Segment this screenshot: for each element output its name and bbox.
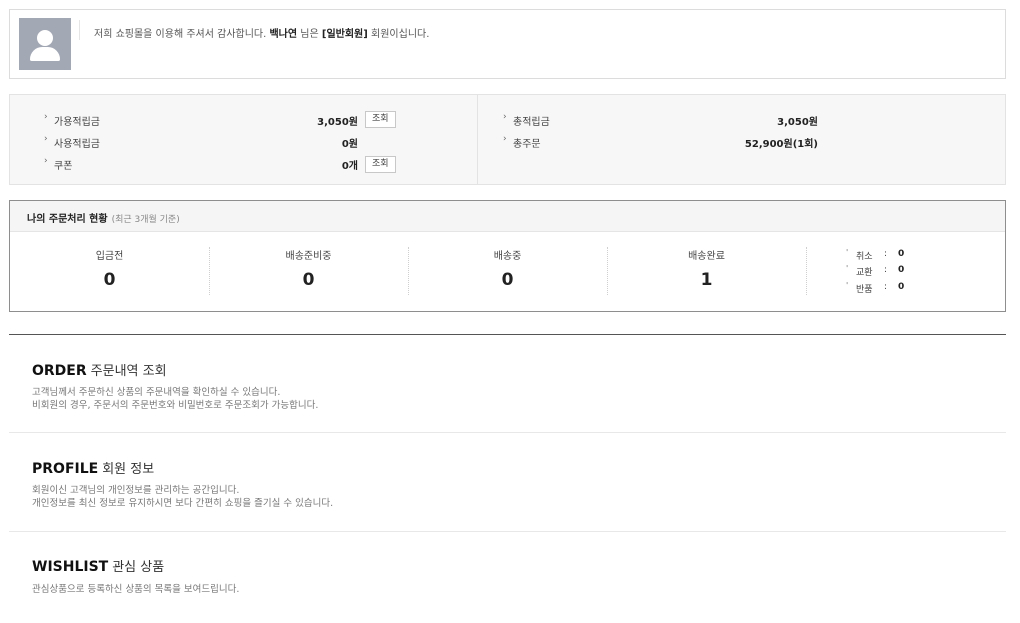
status-before-deposit[interactable]: 입금전 0 [10,247,209,295]
bullet-icon: ' [846,281,849,290]
points-summary: › 가용적립금 3,050원 조회 › 사용적립금 0원 › 쿠폰 0개 조회 … [9,94,1006,185]
profile-title-en: PROFILE [32,461,99,477]
profile-section-desc: 회원이신 고객님의 개인정보를 관리하는 공간입니다. 개인정보를 최신 정보로… [32,484,333,510]
bullet-icon: ' [846,264,849,273]
order-status-panel: 나의 주문처리 현황 (최근 3개월 기준) 입금전 0 배송준비중 0 배송중 … [9,200,1006,312]
total-points-label: 총적립금 [513,117,550,128]
cancel-label: 취소 [856,252,873,262]
return-label: 반품 [856,285,873,295]
status-label: 배송완료 [688,251,725,262]
divider [9,531,1006,532]
greeting-text: 저희 쇼핑몰을 이용해 주셔서 감사합니다. 백나연 님은 [일반회원] 회원이… [94,25,429,40]
exchange-count[interactable]: 0 [898,265,904,275]
chevron-right-icon: › [503,134,507,144]
status-label: 입금전 [95,251,124,262]
status-delivered[interactable]: 배송완료 1 [607,247,806,295]
available-points-inquiry-button[interactable]: 조회 [365,111,396,128]
wishlist-section-desc: 관심상품으로 등록하신 상품의 목록을 보여드립니다. [32,583,239,596]
wishlist-desc-line: 관심상품으로 등록하신 상품의 목록을 보여드립니다. [32,584,240,595]
order-status-subtitle: (최근 3개월 기준) [111,215,180,225]
total-orders-value: 52,900원(1회) [744,139,818,150]
wishlist-section-title[interactable]: WISHLIST 관심 상품 [32,556,164,575]
chevron-right-icon: › [503,112,507,122]
divider [9,334,1006,335]
order-title-ko: 주문내역 조회 [90,364,167,379]
used-points-value: 0원 [341,139,358,150]
total-points-row: › 총적립금 3,050원 [503,111,818,129]
member-name: 백나연 [269,29,298,40]
order-desc-line: 비회원의 경우, 주문서의 주문번호와 비밀번호로 주문조회가 가능합니다. [32,400,319,411]
divider [9,432,1006,433]
chevron-right-icon: › [44,112,48,122]
coupon-value: 0개 [341,161,358,172]
total-orders-label: 총주문 [513,139,541,150]
greeting-mid: 님은 [300,29,319,40]
divider [79,20,80,40]
coupon-row: › 쿠폰 0개 [44,155,358,173]
order-desc-line: 고객님께서 주문하신 상품의 주문내역을 확인하실 수 있습니다. [32,387,281,398]
chevron-right-icon: › [44,156,48,166]
order-status-title-text: 나의 주문처리 현황 [27,214,108,225]
total-orders-row: › 총주문 52,900원(1회) [503,133,818,151]
avatar-icon [19,18,71,70]
bullet-icon: ' [846,248,849,257]
cancel-count[interactable]: 0 [898,249,904,259]
profile-desc-line: 개인정보를 최신 정보로 유지하시면 보다 간편히 쇼핑을 즐기실 수 있습니다… [32,498,334,509]
used-points-row: › 사용적립금 0원 [44,133,358,151]
status-count[interactable]: 0 [10,270,209,290]
exchange-label: 교환 [856,268,873,278]
colon: : [884,249,888,259]
order-status-title: 나의 주문처리 현황 (최근 3개월 기준) [27,210,180,225]
order-title-en: ORDER [32,363,87,379]
wishlist-title-en: WISHLIST [32,559,109,575]
colon: : [884,265,888,275]
available-points-value: 3,050원 [317,117,358,128]
available-points-row: › 가용적립금 3,050원 [44,111,358,129]
status-shipping[interactable]: 배송중 0 [408,247,607,295]
used-points-label: 사용적립금 [54,139,100,150]
status-count[interactable]: 1 [607,270,806,290]
order-status-header: 나의 주문처리 현황 (최근 3개월 기준) [10,201,1005,232]
status-count[interactable]: 0 [209,270,408,290]
colon: : [884,282,888,292]
profile-title-ko: 회원 정보 [102,462,155,477]
status-preparing[interactable]: 배송준비중 0 [209,247,408,295]
wishlist-title-ko: 관심 상품 [112,560,165,575]
status-count[interactable]: 0 [408,270,607,290]
greeting-prefix: 저희 쇼핑몰을 이용해 주셔서 감사합니다. [94,29,267,40]
greeting-box: 저희 쇼핑몰을 이용해 주셔서 감사합니다. 백나연 님은 [일반회원] 회원이… [9,9,1006,79]
profile-section-title[interactable]: PROFILE 회원 정보 [32,458,154,477]
chevron-right-icon: › [44,134,48,144]
divider [477,95,478,184]
order-section-desc: 고객님께서 주문하신 상품의 주문내역을 확인하실 수 있습니다. 비회원의 경… [32,386,318,412]
divider [806,247,807,295]
profile-desc-line: 회원이신 고객님의 개인정보를 관리하는 공간입니다. [32,485,240,496]
coupon-label: 쿠폰 [54,161,73,172]
coupon-inquiry-button[interactable]: 조회 [365,156,396,173]
total-points-value: 3,050원 [777,117,818,128]
greeting-suffix: 회원이십니다. [371,29,430,40]
member-grade: [일반회원] [321,29,368,40]
status-label: 배송중 [493,251,522,262]
status-label: 배송준비중 [285,251,332,262]
available-points-label: 가용적립금 [54,117,100,128]
order-section-title[interactable]: ORDER 주문내역 조회 [32,360,167,379]
return-count[interactable]: 0 [898,282,904,292]
